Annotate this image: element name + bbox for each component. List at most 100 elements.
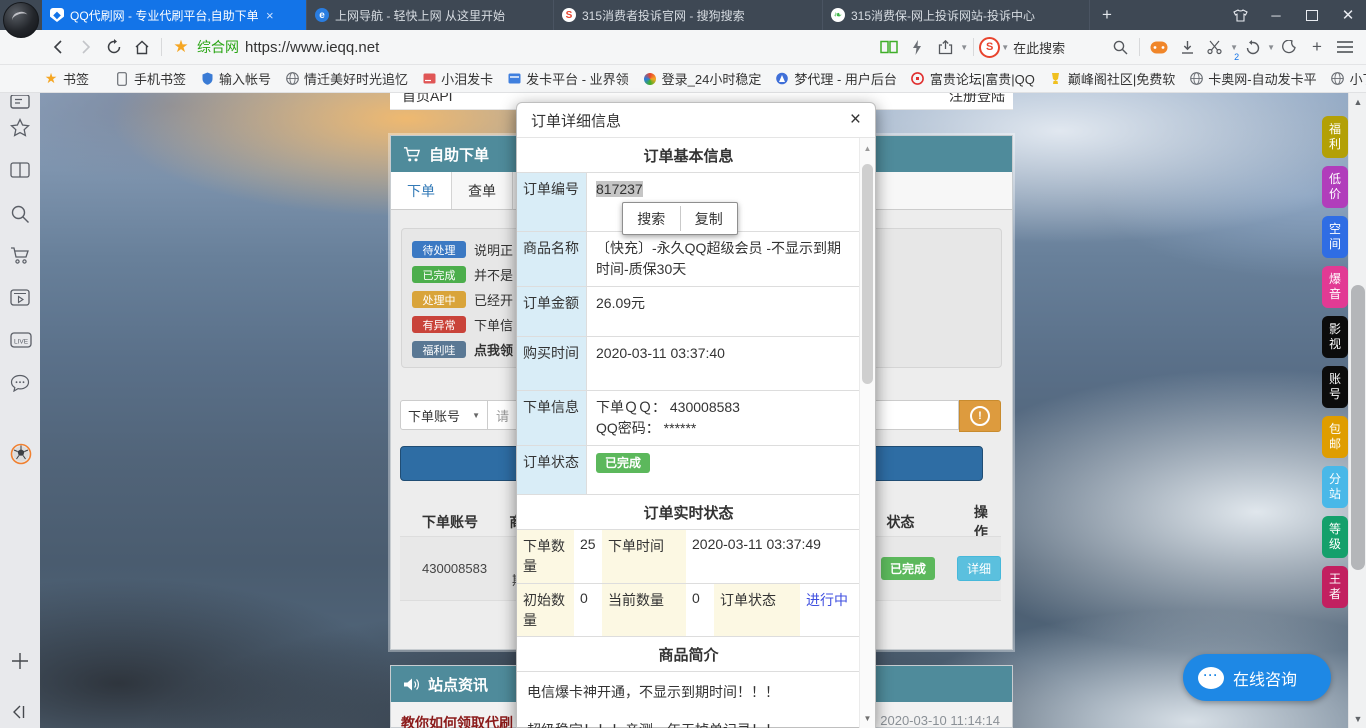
bookmark-fakaplatform[interactable]: 发卡平台 - 业界领 xyxy=(507,69,629,88)
toolbar-search-input[interactable]: 在此搜索 xyxy=(1013,38,1065,57)
tab-qq-daishua[interactable]: ◆ QQ代刷网 - 专业代刷平台,自助下单 × xyxy=(42,0,307,30)
home-icon[interactable] xyxy=(129,34,155,60)
share-dropdown-chevron-icon[interactable]: ▼ xyxy=(960,43,968,52)
reading-book-icon[interactable] xyxy=(10,162,30,182)
download-icon[interactable] xyxy=(1174,34,1200,60)
colorful-circle-icon xyxy=(643,72,657,86)
football-icon[interactable] xyxy=(10,443,30,463)
favorites-star-icon[interactable] xyxy=(10,118,30,138)
search-icon[interactable] xyxy=(10,204,30,224)
bookmark-account[interactable]: 输入帐号 xyxy=(200,69,271,88)
sidebar-panel-icon[interactable] xyxy=(10,95,30,115)
minimize-button[interactable]: ─ xyxy=(1258,0,1294,30)
popup-copy-button[interactable]: 复制 xyxy=(681,203,738,234)
row-detail-button[interactable]: 详细 xyxy=(957,556,1001,581)
tab4-favicon-leaf-icon: ❧ xyxy=(831,8,845,22)
account-type-select[interactable]: 下单账号 ▼ xyxy=(400,400,488,430)
quick-btn-fuli[interactable]: 福利 xyxy=(1322,116,1348,158)
back-icon[interactable] xyxy=(45,34,71,60)
collapse-rail-icon[interactable] xyxy=(10,703,30,723)
modal-close-icon[interactable]: × xyxy=(850,109,861,131)
add-sidebar-icon[interactable] xyxy=(10,651,30,671)
tab-close-icon[interactable]: × xyxy=(264,8,276,23)
tab-check-order[interactable]: 查单 xyxy=(452,172,513,209)
live-icon[interactable]: LIVE xyxy=(10,332,30,352)
chat-bubble-icon[interactable] xyxy=(10,374,30,394)
bookmark-xiaoding[interactable]: 小丁 xyxy=(1331,69,1366,88)
menu-hamburger-icon[interactable] xyxy=(1332,34,1358,60)
close-window-button[interactable]: ✕ xyxy=(1330,0,1366,30)
bookmark-login24[interactable]: 登录_24小时稳定 xyxy=(643,69,762,88)
video-player-icon[interactable] xyxy=(10,289,30,309)
shopping-cart-icon[interactable] xyxy=(10,246,30,266)
reading-mode-icon[interactable] xyxy=(876,34,902,60)
quick-btn-kongjian[interactable]: 空间 xyxy=(1322,216,1348,258)
skin-theme-button[interactable] xyxy=(1222,0,1258,30)
search-icon[interactable] xyxy=(1107,34,1133,60)
quick-btn-dengji[interactable]: 等级 xyxy=(1322,516,1348,558)
bookmark-menu[interactable]: ★ 书签 xyxy=(44,69,89,88)
row-product-name: 商品名称 〔快充〕-永久QQ超级会员 -不显示到期时间-质保30天 xyxy=(517,232,860,287)
page-scrollbar[interactable]: ▲ ▼ xyxy=(1348,93,1366,728)
tab-315-xiaofeibao[interactable]: ❧ 315消费保-网上投诉网站-投诉中心 xyxy=(823,0,1090,30)
quick-btn-zhanghao[interactable]: 账号 xyxy=(1322,366,1348,408)
quick-btn-baoyin[interactable]: 爆音 xyxy=(1322,266,1348,308)
modal-scroll-up-icon[interactable]: ▲ xyxy=(860,144,875,153)
bookmark-kaao[interactable]: 卡奥网-自动发卡平 xyxy=(1189,69,1316,88)
tab-315-sogou[interactable]: S 315消费者投诉官网 - 搜狗搜索 xyxy=(554,0,823,30)
scrollbar-thumb[interactable] xyxy=(1351,285,1365,570)
bookmark-qingqian[interactable]: 情迁美好时光追忆 xyxy=(285,69,408,88)
screenshot-scissors-icon[interactable] xyxy=(1202,34,1228,60)
game-center-icon[interactable] xyxy=(1146,34,1172,60)
restore-count-badge: 2 xyxy=(1234,52,1239,62)
modal-scrollbar-thumb[interactable] xyxy=(862,164,873,384)
add-extension-icon[interactable]: + xyxy=(1304,34,1330,60)
bookmark-mengdaili[interactable]: 梦代理 - 用户后台 xyxy=(775,69,897,88)
quick-btn-yingshi[interactable]: 影视 xyxy=(1322,316,1348,358)
quick-btn-fenzhan[interactable]: 分站 xyxy=(1322,466,1348,508)
query-help-button[interactable]: ! xyxy=(959,400,1001,432)
url-text[interactable]: https://www.ieqq.net xyxy=(245,39,379,56)
online-service-button[interactable]: 在线咨询 xyxy=(1183,654,1331,701)
quick-btn-wangzhe[interactable]: 王者 xyxy=(1322,566,1348,608)
selection-popup: 搜索 复制 xyxy=(622,202,738,235)
site-category-tag[interactable]: 综合网 xyxy=(197,37,239,57)
sogou-search-icon[interactable]: S xyxy=(979,37,1000,58)
order-state-link[interactable]: 进行中 xyxy=(800,584,854,637)
nav-register-login-link[interactable]: 注册登陆 xyxy=(949,93,1005,106)
browser-logo[interactable] xyxy=(3,2,39,38)
quick-btn-dijia[interactable]: 低价 xyxy=(1322,166,1348,208)
news-panel-title: 站点资讯 xyxy=(428,674,488,695)
order-time-label: 下单时间 xyxy=(602,530,686,583)
share-icon[interactable] xyxy=(932,34,958,60)
reload-icon[interactable] xyxy=(101,34,127,60)
popup-search-button[interactable]: 搜索 xyxy=(623,203,680,234)
maximize-button[interactable] xyxy=(1294,0,1330,30)
favorite-star-icon[interactable]: ★ xyxy=(168,34,194,60)
night-mode-moon-icon[interactable] xyxy=(1276,34,1302,60)
legend-text[interactable]: 点我领 xyxy=(474,340,513,359)
scroll-up-icon[interactable]: ▲ xyxy=(1349,97,1366,107)
nav-home-link[interactable]: 首页API xyxy=(402,93,453,106)
modal-scrollbar[interactable]: ▲ ▼ xyxy=(859,138,875,728)
card-blue-icon xyxy=(507,72,521,86)
quick-btn-baoyou[interactable]: 包邮 xyxy=(1322,416,1348,458)
news-item-title[interactable]: 教你如何领取代刷 xyxy=(401,713,513,728)
flash-lightning-icon[interactable] xyxy=(904,34,930,60)
tab-navigation[interactable]: e 上网导航 - 轻快上网 从这里开始 xyxy=(307,0,554,30)
order-number-value[interactable]: 817237 xyxy=(596,181,643,197)
bookmark-phone[interactable]: 手机书签 xyxy=(115,69,186,88)
restore-session-icon[interactable]: 2 xyxy=(1239,34,1265,60)
scroll-down-icon[interactable]: ▼ xyxy=(1349,714,1366,724)
search-engine-chevron-icon[interactable]: ▼ xyxy=(1001,43,1009,52)
bookmark-fugui[interactable]: 富贵论坛|富贵|QQ xyxy=(911,69,1035,88)
modal-scroll-down-icon[interactable]: ▼ xyxy=(860,714,875,723)
bookmark-xiaolei[interactable]: 小泪发卡 xyxy=(422,69,493,88)
scissors-chevron-icon[interactable]: ▼ xyxy=(1230,43,1238,52)
bookmark-label: 卡奥网-自动发卡平 xyxy=(1208,69,1316,88)
forward-icon[interactable] xyxy=(73,34,99,60)
restore-chevron-icon[interactable]: ▼ xyxy=(1267,43,1275,52)
bookmark-dianfengge[interactable]: 巅峰阁社区|免费软 xyxy=(1049,69,1175,88)
new-tab-button[interactable]: + xyxy=(1090,0,1124,30)
tab-place-order[interactable]: 下单 xyxy=(391,172,452,209)
